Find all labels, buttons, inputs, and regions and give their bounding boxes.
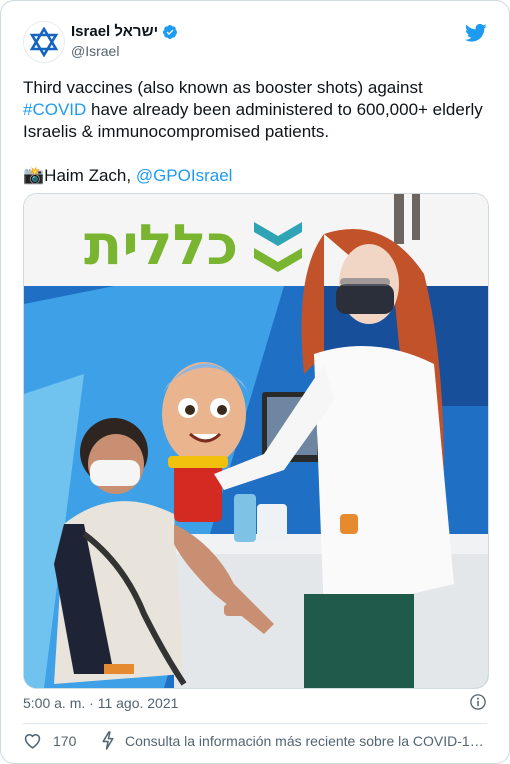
author-handle[interactable]: @Israel <box>71 43 119 59</box>
tweet-body: Third vaccines (also known as booster sh… <box>23 77 483 143</box>
avatar[interactable] <box>23 21 65 63</box>
twitter-bird-icon[interactable] <box>465 23 487 43</box>
heart-icon[interactable] <box>23 732 42 749</box>
hashtag-covid-link[interactable]: #COVID <box>23 100 86 119</box>
author-name-row[interactable]: Israel ישראל <box>71 23 178 40</box>
photo-credit: 📸Haim Zach, @GPOIsrael <box>23 165 483 187</box>
tweet-timestamp[interactable]: 5:00 a. m. · 11 ago. 2021 <box>23 695 178 711</box>
like-count[interactable]: 170 <box>53 733 76 749</box>
mention-gpoisrael-link[interactable]: @GPOIsrael <box>136 166 233 185</box>
star-of-david-icon <box>30 27 58 57</box>
info-icon[interactable] <box>469 693 487 711</box>
verified-badge-icon <box>163 24 178 39</box>
credit-text: Haim Zach, <box>44 166 136 185</box>
lightning-bolt-icon <box>102 731 114 750</box>
covid-info-link[interactable]: Consulta la información más reciente sob… <box>125 733 489 749</box>
tweet-text-part2: have already been administered to 600,00… <box>23 100 483 141</box>
divider <box>23 723 487 724</box>
tweet-photo[interactable]: כללית <box>23 193 489 689</box>
clalit-sign-text: כללית <box>84 213 238 278</box>
tweet-text-part1: Third vaccines (also known as booster sh… <box>23 78 423 97</box>
author-display-name[interactable]: Israel ישראל <box>71 23 158 40</box>
vaccination-photo: כללית <box>24 194 488 688</box>
camera-icon: 📸 <box>23 166 45 185</box>
tweet-card: Israel ישראל @Israel Third vaccines (als… <box>0 0 510 764</box>
tweet-text: Third vaccines (also known as booster sh… <box>23 77 483 187</box>
